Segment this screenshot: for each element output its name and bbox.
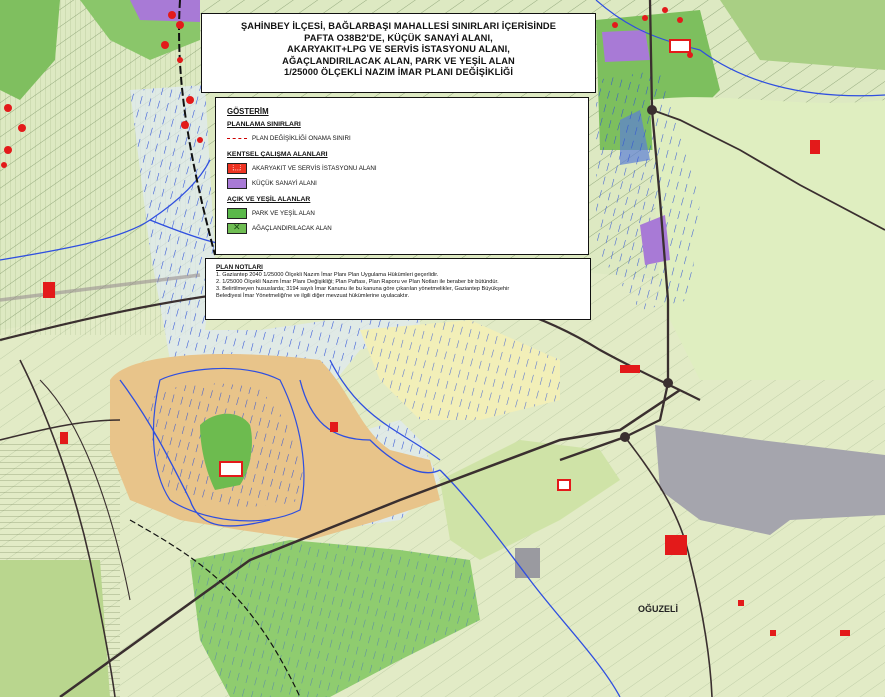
title-box: ŞAHİNBEY İLÇESİ, BAĞLARBAŞI MAHALLESİ SI…	[201, 13, 596, 93]
junction	[663, 378, 673, 388]
fuel-station-site[interactable]	[557, 479, 571, 491]
plan-notes-box: PLAN NOTLARI 1. Gaziantep 2040 1/25000 Ö…	[205, 258, 591, 320]
dashed-boundary-icon	[227, 133, 247, 144]
junction	[647, 105, 657, 115]
park-swatch-icon	[227, 208, 247, 219]
afforestation-swatch-icon	[227, 223, 247, 234]
fuel-station-site[interactable]	[219, 461, 243, 477]
small-industry-zone	[602, 30, 650, 62]
title-line: ŞAHİNBEY İLÇESİ, BAĞLARBAŞI MAHALLESİ SI…	[240, 21, 557, 31]
notes-heading: PLAN NOTLARI	[216, 264, 263, 271]
legend-item-label: AKARYAKIT VE SERVİS İSTASYONU ALANI	[252, 165, 377, 172]
note-line: 3. Belirtilmeyen hususlarda; 3194 sayılı…	[216, 286, 510, 292]
note-line: 2. 1/25000 Ölçekli Nazım İmar Planı Deği…	[216, 279, 499, 285]
legend-box: GÖSTERİM PLANLAMA SINIRLARI PLAN DEĞİŞİK…	[215, 97, 589, 255]
legend-section-title: AÇIK VE YEŞİL ALANLAR	[227, 196, 311, 203]
legend-item: PLAN DEĞİŞİKLİĞİ ONAMA SINIRI	[227, 131, 577, 146]
title-line: PAFTA O38B2'DE, KÜÇÜK SANAYİ ALANI,	[304, 32, 493, 43]
note-line: Belediyesi İmar Yönetmeliği'ne ve ilgili…	[216, 293, 410, 299]
title-line: AKARYAKIT+LPG VE SERVİS İSTASYONU ALANI,	[287, 44, 510, 55]
industry-zone	[515, 548, 540, 578]
place-label-oguzeli: OĞUZELİ	[638, 603, 678, 614]
legend-item: AKARYAKIT VE SERVİS İSTASYONU ALANI	[227, 161, 577, 176]
legend-item: PARK VE YEŞİL ALAN	[227, 206, 577, 221]
legend-item: KÜÇÜK SANAYİ ALANI	[227, 176, 577, 191]
fuel-station-icon	[227, 163, 247, 174]
title-line: AĞAÇLANDIRILACAK ALAN, PARK VE YEŞİL ALA…	[282, 55, 515, 66]
legend-item-label: PLAN DEĞİŞİKLİĞİ ONAMA SINIRI	[252, 135, 351, 142]
legend-item-label: AĞAÇLANDIRILACAK ALAN	[252, 225, 332, 232]
legend-item: AĞAÇLANDIRILACAK ALAN	[227, 221, 577, 236]
legend-section-title: KENTSEL ÇALIŞMA ALANLARI	[227, 151, 328, 158]
legend-item-label: PARK VE YEŞİL ALAN	[252, 210, 315, 217]
legend-heading: GÖSTERİM	[227, 107, 269, 116]
title-line: 1/25000 ÖLÇEKLİ NAZIM İMAR PLANI DEĞİŞİK…	[283, 67, 514, 78]
legend-section-title: PLANLAMA SINIRLARI	[227, 121, 301, 128]
small-industry-zone	[130, 0, 200, 22]
junction	[620, 432, 630, 442]
legend-item-label: KÜÇÜK SANAYİ ALANI	[252, 180, 317, 187]
fuel-station-site[interactable]	[669, 39, 691, 53]
note-line: 1. Gaziantep 2040 1/25000 Ölçekli Nazım …	[216, 272, 439, 278]
industry-swatch-icon	[227, 178, 247, 189]
